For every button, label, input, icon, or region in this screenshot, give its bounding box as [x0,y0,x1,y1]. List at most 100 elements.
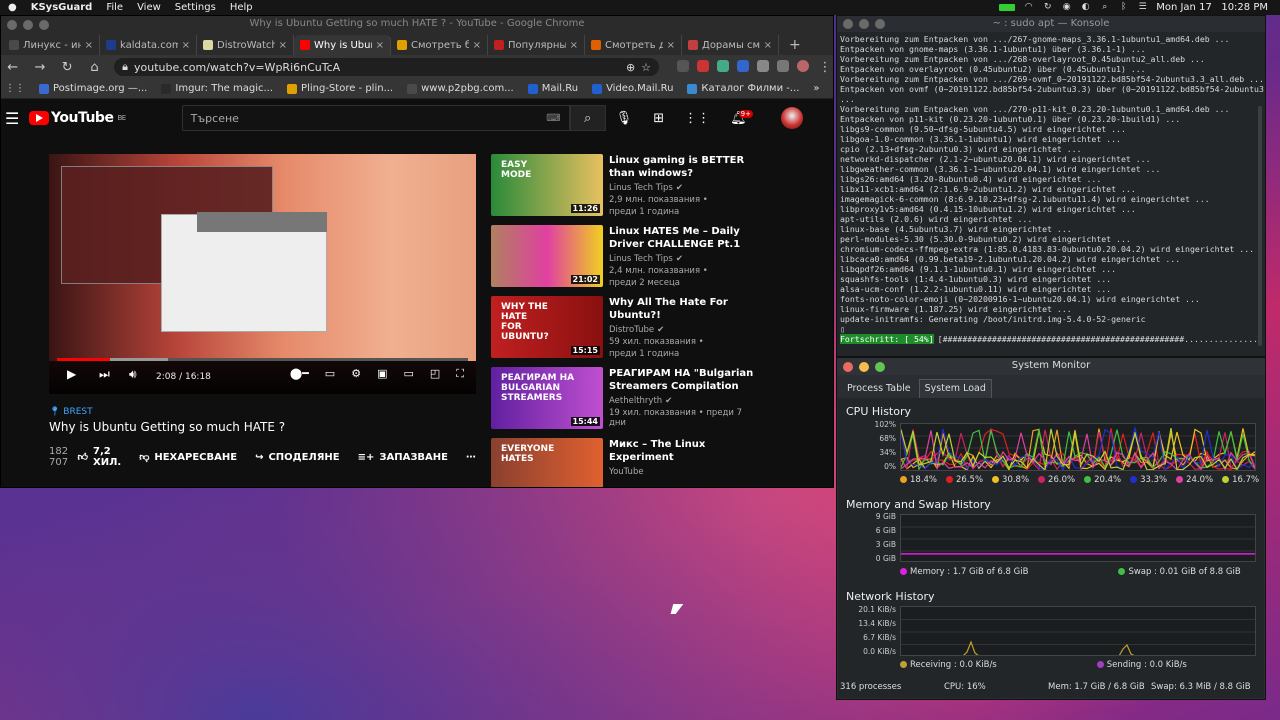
fullscreen-icon[interactable]: ⛶ [456,367,464,381]
close-tab-icon[interactable]: × [764,40,772,51]
minimize-window-button[interactable] [23,19,33,30]
browser-tab[interactable]: Популярные × [488,35,585,55]
terminal-output[interactable]: Vorbereitung zum Entpacken von .../267-g… [837,32,1265,354]
subtitles-icon[interactable]: ▭ [325,367,335,381]
sysmon-titlebar[interactable]: System Monitor [837,358,1265,375]
lock-icon[interactable]: 🔒︎ [122,60,128,74]
puzzle-icon[interactable] [757,59,770,72]
maximize-window-button[interactable] [875,361,885,372]
browser-tab[interactable]: Why is Ubunt × [294,35,391,55]
channel-name[interactable]: Linus Tech Tips ✔ [609,254,759,264]
close-tab-icon[interactable]: × [570,40,578,51]
volume-icon[interactable]: 🔊︎ [129,367,137,382]
bluetooth-icon[interactable]: ᛒ [1118,3,1129,12]
spotlight-icon[interactable]: ⌕ [1099,3,1110,12]
bookmark-item[interactable]: Video.Mail.Ru [592,83,673,94]
channel-name[interactable]: DistroTube ✔ [609,325,759,335]
media-icon[interactable] [777,59,790,72]
autoplay-toggle[interactable]: ⬤━ [290,367,309,381]
channel-name[interactable]: YouTube [609,467,759,477]
active-app-name[interactable]: KSysGuard [31,2,93,13]
close-tab-icon[interactable]: × [667,40,675,51]
youtube-logo[interactable]: YouTube BE [29,110,126,126]
extension-icon[interactable] [677,59,690,72]
close-tab-icon[interactable]: × [182,40,190,51]
video-player[interactable]: ▶ ⏭︎ 🔊︎ 2:08 / 16:18 ⬤━ ▭ ⚙ ▣ ▭ ◰ ⛶ [49,154,476,394]
dislike-button[interactable]: 👎︎ НЕХАРЕСВАНЕ [139,451,237,464]
chevron-right-icon[interactable]: » [813,83,819,94]
browser-tab[interactable]: Смотреть до × [585,35,682,55]
share-button[interactable]: ↪ СПОДЕЛЯНЕ [255,452,340,463]
extension-icon[interactable] [717,59,730,72]
miniplayer-icon[interactable]: ▣ [377,367,387,381]
extension-icon[interactable] [737,59,750,72]
related-video-item[interactable]: EASY MODE 11:26 Linux gaming is BETTER tha… [491,154,761,220]
settings-gear-icon[interactable]: ⚙ [351,367,361,381]
forward-icon[interactable]: → [32,60,47,75]
related-video-title[interactable]: РЕАГИРАМ НА "Bulgarian Streamers Compila… [609,367,759,393]
channel-name[interactable]: Linus Tech Tips ✔ [609,183,759,193]
menu-settings[interactable]: Settings [175,2,216,13]
address-bar[interactable]: 🔒︎ youtube.com/watch?v=WpRi6nCuTcA ⊕ ☆ [114,58,660,76]
kebab-menu-icon[interactable]: ⋮ [817,60,833,75]
konsole-titlebar[interactable]: ~ : sudo apt — Konsole [837,16,1265,32]
related-video-item[interactable]: WHY THE HATE FOR UBUNTU? 15:15 Why All The… [491,296,761,362]
next-icon[interactable]: ⏭︎ [99,367,110,382]
menu-help[interactable]: Help [230,2,253,13]
video-thumbnail[interactable]: 21:02 [491,225,603,287]
url-text[interactable]: youtube.com/watch?v=WpRi6nCuTcA [134,61,620,74]
like-button[interactable]: 👍︎ 7,2 ХИЛ. [78,446,122,468]
related-video-item[interactable]: 21:02 Linux HATES Me – Daily Driver CHALL… [491,225,761,291]
browser-tab[interactable]: DistroWatch × [197,35,294,55]
wifi-icon[interactable]: ◠ [1023,3,1034,12]
more-actions-icon[interactable]: ⋯ [466,452,476,463]
bookmark-item[interactable]: Postimage.org —... [39,83,147,94]
menu-file[interactable]: File [106,2,123,13]
profile-avatar[interactable] [797,59,810,72]
bookmark-item[interactable]: Imgur: The magic... [161,83,273,94]
browser-tab[interactable]: Линукс - инс × [3,35,100,55]
theater-mode-icon[interactable]: ▭ [403,367,413,381]
close-tab-icon[interactable]: × [279,40,287,51]
save-button[interactable]: ≡+ ЗАПАЗВАНЕ [358,452,448,463]
location-tag[interactable]: 📍︎ BREST [49,407,476,417]
hamburger-menu-icon[interactable]: ☰ [5,109,29,128]
bookmark-item[interactable]: Pling-Store - plin... [287,83,393,94]
browser-tab[interactable]: Смотреть бе × [391,35,488,55]
clock[interactable]: Mon Jan 17 10:28 PM [1156,2,1268,13]
seek-bar[interactable] [57,358,468,361]
back-icon[interactable]: ← [5,60,20,75]
browser-tab[interactable]: kaldata.com × [100,35,197,55]
microphone-icon[interactable]: 🎙︎ [616,111,633,126]
bookmark-item[interactable]: Каталог Филми -... [687,83,799,94]
cast-icon[interactable]: ◰ [430,367,440,381]
control-center-icon[interactable]: ☰ [1137,3,1148,12]
related-video-item[interactable]: EVERYONE HATES Микс – The Linux Experimen… [491,438,761,487]
close-tab-icon[interactable]: × [85,40,93,51]
related-video-title[interactable]: Микс – The Linux Experiment [609,438,759,464]
reload-icon[interactable]: ↻ [60,60,75,75]
account-avatar[interactable] [781,107,803,129]
apps-grid-icon[interactable]: ⋮⋮ [684,111,710,126]
related-video-item[interactable]: РЕАГИРАМ НА BULGARIAN STREAMERS 15:44 РЕАГ… [491,367,761,433]
install-icon[interactable]: ⊕ [626,61,635,74]
related-video-title[interactable]: Why All The Hate For Ubuntu?! [609,296,759,322]
video-thumbnail[interactable]: EASY MODE 11:26 [491,154,603,216]
search-button[interactable]: ⌕ [569,105,606,131]
channel-name[interactable]: Aethelthryth ✔ [609,396,759,406]
close-window-button[interactable] [7,19,17,30]
new-tab-icon[interactable]: + [779,35,811,55]
audio-icon[interactable]: ◐ [1080,3,1091,12]
other-bookmarks[interactable]: »Other bookmarks [813,83,833,94]
search-input[interactable]: Търсене ⌨ [181,105,570,131]
extension-icon[interactable] [697,59,710,72]
battery-icon[interactable] [999,4,1016,11]
play-icon[interactable]: ▶ [67,367,76,381]
close-tab-icon[interactable]: × [473,40,481,51]
close-window-button[interactable] [843,19,853,29]
chrome-titlebar[interactable]: Why is Ubuntu Getting so much HATE ? - Y… [1,16,833,33]
bookmark-star-icon[interactable]: ☆ [641,61,651,74]
video-thumbnail[interactable]: РЕАГИРАМ НА BULGARIAN STREAMERS 15:44 [491,367,603,429]
close-tab-icon[interactable]: × [376,40,384,51]
keyboard-icon[interactable]: ⌨ [546,113,560,124]
